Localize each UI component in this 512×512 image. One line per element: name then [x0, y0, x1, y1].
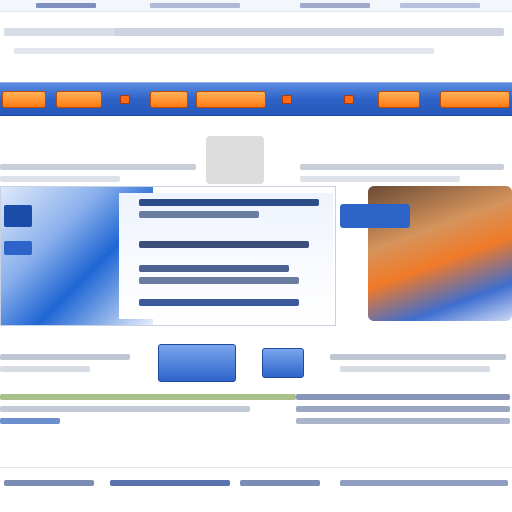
feature-body-line: [139, 241, 309, 248]
browser-top-strip: [0, 0, 512, 12]
link-row[interactable]: [0, 394, 296, 400]
main-content: [0, 122, 512, 512]
thumbnail-button[interactable]: [262, 348, 304, 378]
nav-separator-icon: [344, 95, 354, 104]
footer-link[interactable]: [4, 480, 94, 486]
link-row[interactable]: [296, 418, 510, 424]
nav-item-2[interactable]: [56, 91, 102, 108]
feature-headline-line: [139, 211, 259, 218]
header-image: [206, 136, 264, 184]
intro-text-line: [0, 164, 196, 170]
nav-separator-icon: [282, 95, 292, 104]
footer-divider: [0, 467, 512, 468]
caption-text-line: [0, 366, 90, 372]
intro-text-line: [300, 176, 460, 182]
thumbnail-button[interactable]: [158, 344, 236, 382]
feature-badge: [4, 241, 32, 255]
link-row[interactable]: [0, 418, 60, 424]
feature-headline-line: [139, 199, 319, 206]
nav-item-3[interactable]: [150, 91, 188, 108]
caption-text-line: [0, 354, 130, 360]
link-row[interactable]: [0, 406, 250, 412]
intro-text-line: [0, 176, 120, 182]
link-row[interactable]: [296, 394, 510, 400]
nav-separator-icon: [120, 95, 130, 104]
caption-text-line: [340, 366, 490, 372]
subheading-line: [14, 48, 434, 54]
feature-text-panel: [119, 193, 333, 319]
link-row[interactable]: [296, 406, 510, 412]
top-strip-marker: [400, 3, 480, 8]
feature-badge: [4, 205, 32, 227]
footer-link[interactable]: [240, 480, 320, 486]
page-heading: [4, 22, 508, 62]
nav-item-6[interactable]: [440, 91, 510, 108]
footer-link[interactable]: [110, 480, 230, 486]
nav-item-5[interactable]: [378, 91, 420, 108]
main-navigation-bar: [0, 82, 512, 116]
nav-item-1[interactable]: [2, 91, 46, 108]
caption-text-line: [330, 354, 506, 360]
heading-line: [114, 28, 504, 36]
top-strip-marker: [300, 3, 370, 8]
feature-panel: [0, 186, 336, 326]
nav-item-4[interactable]: [196, 91, 266, 108]
feature-link[interactable]: [139, 299, 299, 306]
intro-text-line: [300, 164, 504, 170]
top-strip-marker: [36, 3, 96, 8]
feature-body-line: [139, 277, 299, 284]
footer-link[interactable]: [340, 480, 508, 486]
promo-panel: [338, 186, 512, 326]
feature-body-line: [139, 265, 289, 272]
promo-label: [340, 204, 410, 228]
top-strip-marker: [150, 3, 240, 8]
